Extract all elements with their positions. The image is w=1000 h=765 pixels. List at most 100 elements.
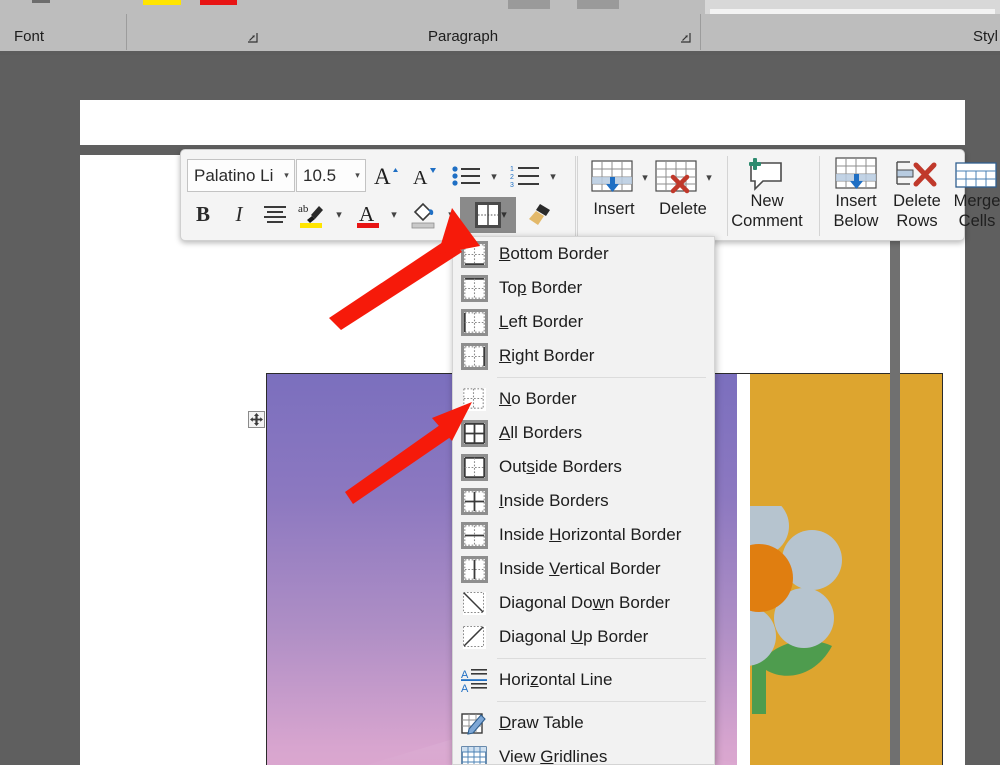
text-highlight-color-button[interactable]: ab — [295, 198, 329, 230]
styles-gallery[interactable] — [705, 0, 1000, 14]
border-inside-horizontal-icon — [460, 521, 488, 549]
border-diagonal-down-icon — [461, 590, 488, 617]
menu-item-bottom-border[interactable]: Bottom Border — [453, 237, 714, 271]
ribbon-icon-fragment — [32, 0, 50, 3]
bold-button[interactable]: B — [187, 198, 219, 230]
new-comment-label-line1[interactable]: New — [729, 192, 805, 211]
highlight-dropdown-chevron-icon[interactable]: ▾ — [331, 202, 347, 226]
bullets-button[interactable] — [449, 160, 483, 191]
menu-item-label: Outside Borders — [499, 457, 622, 476]
new-comment-icon[interactable] — [741, 156, 793, 194]
border-none-icon — [459, 384, 489, 414]
shading-dropdown-chevron-icon[interactable]: ▾ — [443, 202, 459, 226]
flower-graphic — [750, 506, 842, 714]
ribbon-group-label-font: Font — [14, 28, 45, 45]
numbering-dropdown-chevron-icon[interactable]: ▾ — [544, 164, 562, 188]
svg-text:ab: ab — [298, 203, 309, 215]
italic-button[interactable]: I — [223, 198, 255, 230]
merge-cells-icon[interactable] — [953, 158, 999, 192]
font-dialog-launcher-icon[interactable] — [246, 32, 259, 45]
svg-text:A: A — [359, 202, 375, 226]
move-handle-icon[interactable] — [248, 411, 265, 428]
menu-item-left-border[interactable]: Left Border — [453, 305, 714, 339]
paragraph-dialog-launcher-icon[interactable] — [679, 32, 692, 45]
insert-dropdown-chevron-icon[interactable]: ▾ — [637, 164, 653, 190]
highlight-color-swatch[interactable] — [143, 0, 181, 5]
horizontal-line-icon: AA — [461, 669, 487, 694]
menu-item-outside-borders[interactable]: Outside Borders — [453, 450, 714, 484]
border-diagonal-up-icon — [459, 622, 489, 652]
table-cell-gap — [737, 374, 751, 765]
svg-text:3: 3 — [510, 182, 514, 188]
chevron-down-icon[interactable]: ▾ — [350, 170, 365, 181]
delete-rows-icon[interactable] — [893, 156, 939, 192]
shrink-font-button[interactable]: A — [409, 160, 441, 191]
insert-below-label-line1[interactable]: Insert — [825, 192, 887, 211]
delete-rows-label-line2[interactable]: Rows — [885, 212, 949, 231]
insert-below-label-line2[interactable]: Below — [825, 212, 887, 231]
grow-font-button[interactable]: A — [371, 160, 403, 191]
merge-cells-label-line2[interactable]: Cells — [945, 212, 1000, 231]
delete-dropdown-chevron-icon[interactable]: ▾ — [701, 164, 717, 190]
borders-dropdown-menu: Bottom Border Top Border Left Border Right … — [452, 236, 715, 765]
border-right-icon — [460, 342, 488, 370]
menu-item-diagonal-down-border[interactable]: Diagonal Down Border — [453, 586, 714, 620]
menu-item-label: View Gridlines — [499, 747, 608, 765]
border-diagonal-up-icon — [461, 624, 488, 651]
delete-rows-label-line1[interactable]: Delete — [885, 192, 949, 211]
merge-cells-label-line1[interactable]: Merge — [945, 192, 1000, 211]
font-color-dropdown-chevron-icon[interactable]: ▾ — [386, 202, 402, 226]
align-center-button[interactable] — [259, 198, 291, 230]
new-comment-label-line2[interactable]: Comment — [729, 212, 805, 231]
bullets-dropdown-chevron-icon[interactable]: ▾ — [485, 164, 503, 188]
menu-item-label: Draw Table — [499, 713, 584, 732]
format-painter-button[interactable] — [521, 198, 555, 230]
menu-item-inside-horizontal-border[interactable]: Inside Horizontal Border — [453, 518, 714, 552]
menu-item-label: Inside Vertical Border — [499, 559, 661, 578]
font-name-combo[interactable]: Palatino Li ▾ — [187, 159, 295, 192]
menu-item-label: All Borders — [499, 423, 583, 442]
horizontal-line-icon: AA — [459, 665, 489, 695]
menu-item-inside-borders[interactable]: Inside Borders — [453, 484, 714, 518]
font-size-combo[interactable]: 10.5 ▾ — [296, 159, 366, 192]
menu-separator — [497, 377, 706, 378]
insert-table-icon[interactable] — [589, 158, 635, 196]
font-color-swatch[interactable] — [200, 0, 237, 5]
chevron-down-icon[interactable]: ▾ — [279, 170, 294, 181]
border-diagonal-down-icon — [459, 588, 489, 618]
delete-table-icon[interactable] — [653, 158, 699, 196]
insert-below-icon[interactable] — [833, 156, 879, 192]
shading-button[interactable] — [407, 198, 441, 230]
border-right-icon — [459, 341, 489, 371]
menu-item-no-border[interactable]: No Border — [453, 382, 714, 416]
menu-item-diagonal-up-border[interactable]: Diagonal Up Border — [453, 620, 714, 654]
border-bottom-icon — [459, 239, 489, 269]
menu-item-horizontal-line[interactable]: A A Horizontal Line — [453, 663, 714, 697]
insert-label[interactable]: Insert — [581, 200, 647, 219]
svg-text:A: A — [374, 164, 391, 189]
border-left-icon — [460, 308, 488, 336]
menu-item-top-border[interactable]: Top Border — [453, 271, 714, 305]
menu-item-all-borders[interactable]: All Borders — [453, 416, 714, 450]
border-all-icon — [459, 418, 489, 448]
borders-dropdown-chevron-icon[interactable]: ▾ — [496, 201, 512, 227]
draw-table-icon — [459, 708, 489, 738]
menu-item-inside-vertical-border[interactable]: Inside Vertical Border — [453, 552, 714, 586]
paragraph-icon-fragment-3[interactable] — [577, 0, 619, 9]
paragraph-icon-fragment[interactable] — [508, 0, 550, 9]
font-name-value: Palatino Li — [194, 165, 274, 185]
font-color-button[interactable]: A — [352, 198, 384, 230]
picture-gold-flower[interactable] — [750, 374, 942, 765]
numbering-button[interactable]: 1 2 3 — [508, 160, 542, 191]
border-inside-horizontal-icon — [459, 520, 489, 550]
word-window: Font Paragraph Styl Palatino Li ▾ 10.5 ▾… — [0, 0, 1000, 765]
delete-label[interactable]: Delete — [647, 200, 719, 219]
border-outside-icon — [460, 453, 488, 481]
svg-text:2: 2 — [510, 174, 514, 181]
menu-item-right-border[interactable]: Right Border — [453, 339, 714, 373]
mini-toolbar-separator-4 — [819, 156, 820, 236]
menu-item-view-gridlines[interactable]: View Gridlines — [453, 740, 714, 765]
svg-text:A: A — [413, 167, 428, 189]
border-bottom-icon — [460, 240, 488, 268]
menu-item-draw-table[interactable]: Draw Table — [453, 706, 714, 740]
